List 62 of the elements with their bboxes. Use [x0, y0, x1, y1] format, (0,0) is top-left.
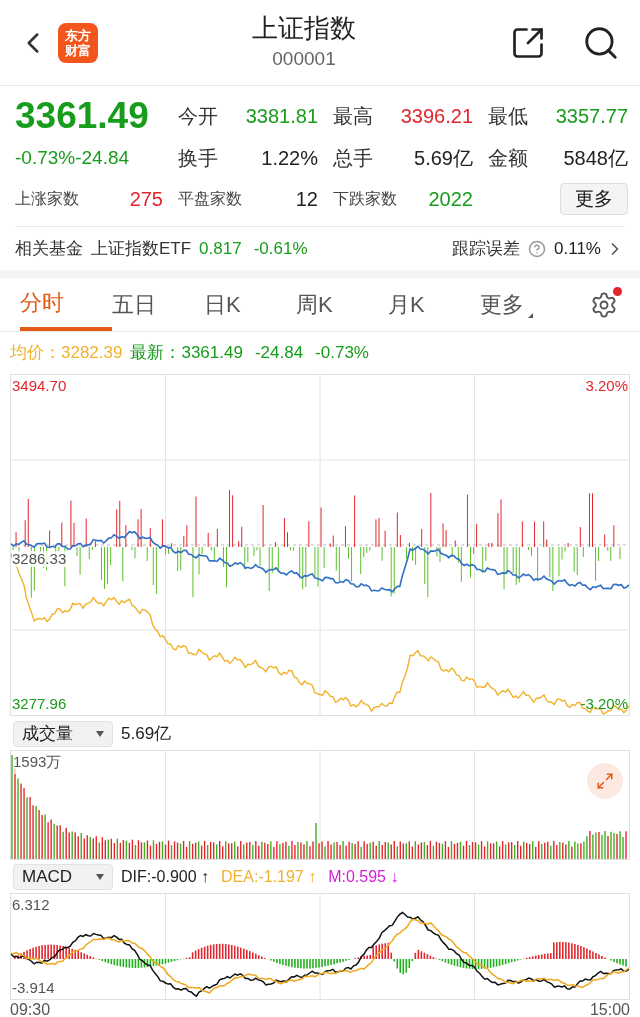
app-logo: 东方 财富 — [58, 22, 98, 63]
latest-change: -24.84 — [254, 342, 304, 365]
stat-label: 换手 — [178, 146, 218, 171]
period-tab[interactable]: 更多 — [480, 278, 572, 331]
dea-value: DEA:-1.197 ↑ — [221, 867, 317, 887]
fund-price: 0.817 — [199, 237, 242, 260]
stat-label: 最高 — [333, 104, 373, 129]
axis-min-percent: -3.20% — [580, 693, 628, 714]
change-percent: -0.73% — [15, 145, 76, 170]
stock-code: 000001 — [272, 47, 336, 72]
axis-min-price: 3277.96 — [12, 693, 67, 714]
stock-title: 上证指数 — [252, 12, 356, 46]
breadth-label: 上涨家数 — [15, 189, 79, 209]
expand-icon — [596, 772, 614, 790]
dif-value: DIF:-0.900 ↑ — [121, 867, 210, 887]
macd-max: 6.312 — [12, 895, 50, 915]
breadth-value: 2022 — [428, 187, 473, 212]
fund-change: -0.61% — [253, 237, 308, 260]
fund-label: 相关基金 — [15, 237, 83, 260]
change-amount: -24.84 — [75, 145, 130, 170]
breadth-value: 275 — [129, 187, 163, 212]
breadth-value: 12 — [295, 187, 318, 212]
m-value: M:0.595 ↓ — [328, 867, 399, 887]
expand-button[interactable] — [587, 763, 623, 799]
stat-value: 3357.77 — [555, 104, 628, 129]
latest-change-percent: -0.73% — [315, 342, 369, 365]
axis-mid-price: 3286.33 — [12, 551, 67, 567]
dropdown-caret-icon — [96, 874, 104, 880]
axis-max-percent: 3.20% — [585, 376, 628, 396]
period-tab[interactable]: 日K — [204, 278, 296, 331]
period-tab[interactable]: 分时 — [20, 278, 112, 331]
indicator-select[interactable]: 成交量 — [13, 721, 113, 747]
average-price: 均价：3282.39 — [10, 342, 123, 365]
period-tab[interactable]: 五日 — [112, 278, 204, 331]
stat-label: 金额 — [488, 146, 528, 171]
volume-total: 5.69亿 — [121, 723, 172, 746]
indicator-select[interactable]: MACD — [13, 864, 113, 890]
latest-price: 最新：3361.49 — [130, 342, 243, 365]
dropdown-caret-icon — [96, 731, 104, 737]
tracking-label: 跟踪误差 — [452, 237, 521, 260]
more-button[interactable]: 更多 — [560, 183, 628, 215]
time-label: 15:00 — [589, 1000, 630, 1017]
stat-label: 最低 — [488, 104, 528, 129]
last-price: 3361.49 — [15, 94, 150, 138]
period-tab[interactable]: 月K — [388, 278, 480, 331]
stat-label: 总手 — [333, 146, 373, 171]
stat-value: 3396.21 — [400, 104, 473, 129]
period-tab[interactable]: 周K — [296, 278, 388, 331]
stat-label: 今开 — [178, 104, 218, 129]
stat-value: 5848亿 — [563, 146, 628, 171]
stat-value: 5.69亿 — [414, 146, 473, 171]
settings-icon[interactable] — [590, 290, 618, 319]
macd-min: -3.914 — [12, 977, 55, 998]
fund-name[interactable]: 上证指数ETF — [91, 235, 192, 262]
axis-max-price: 3494.70 — [12, 376, 67, 396]
time-label: 09:30 — [10, 1000, 51, 1017]
tracking-value: 0.11% — [554, 237, 601, 260]
help-icon[interactable] — [528, 239, 547, 258]
stat-value: 3381.81 — [245, 104, 318, 129]
breadth-label: 下跌家数 — [333, 189, 397, 209]
stat-value: 1.22% — [261, 146, 318, 171]
breadth-label: 平盘家数 — [178, 189, 242, 209]
